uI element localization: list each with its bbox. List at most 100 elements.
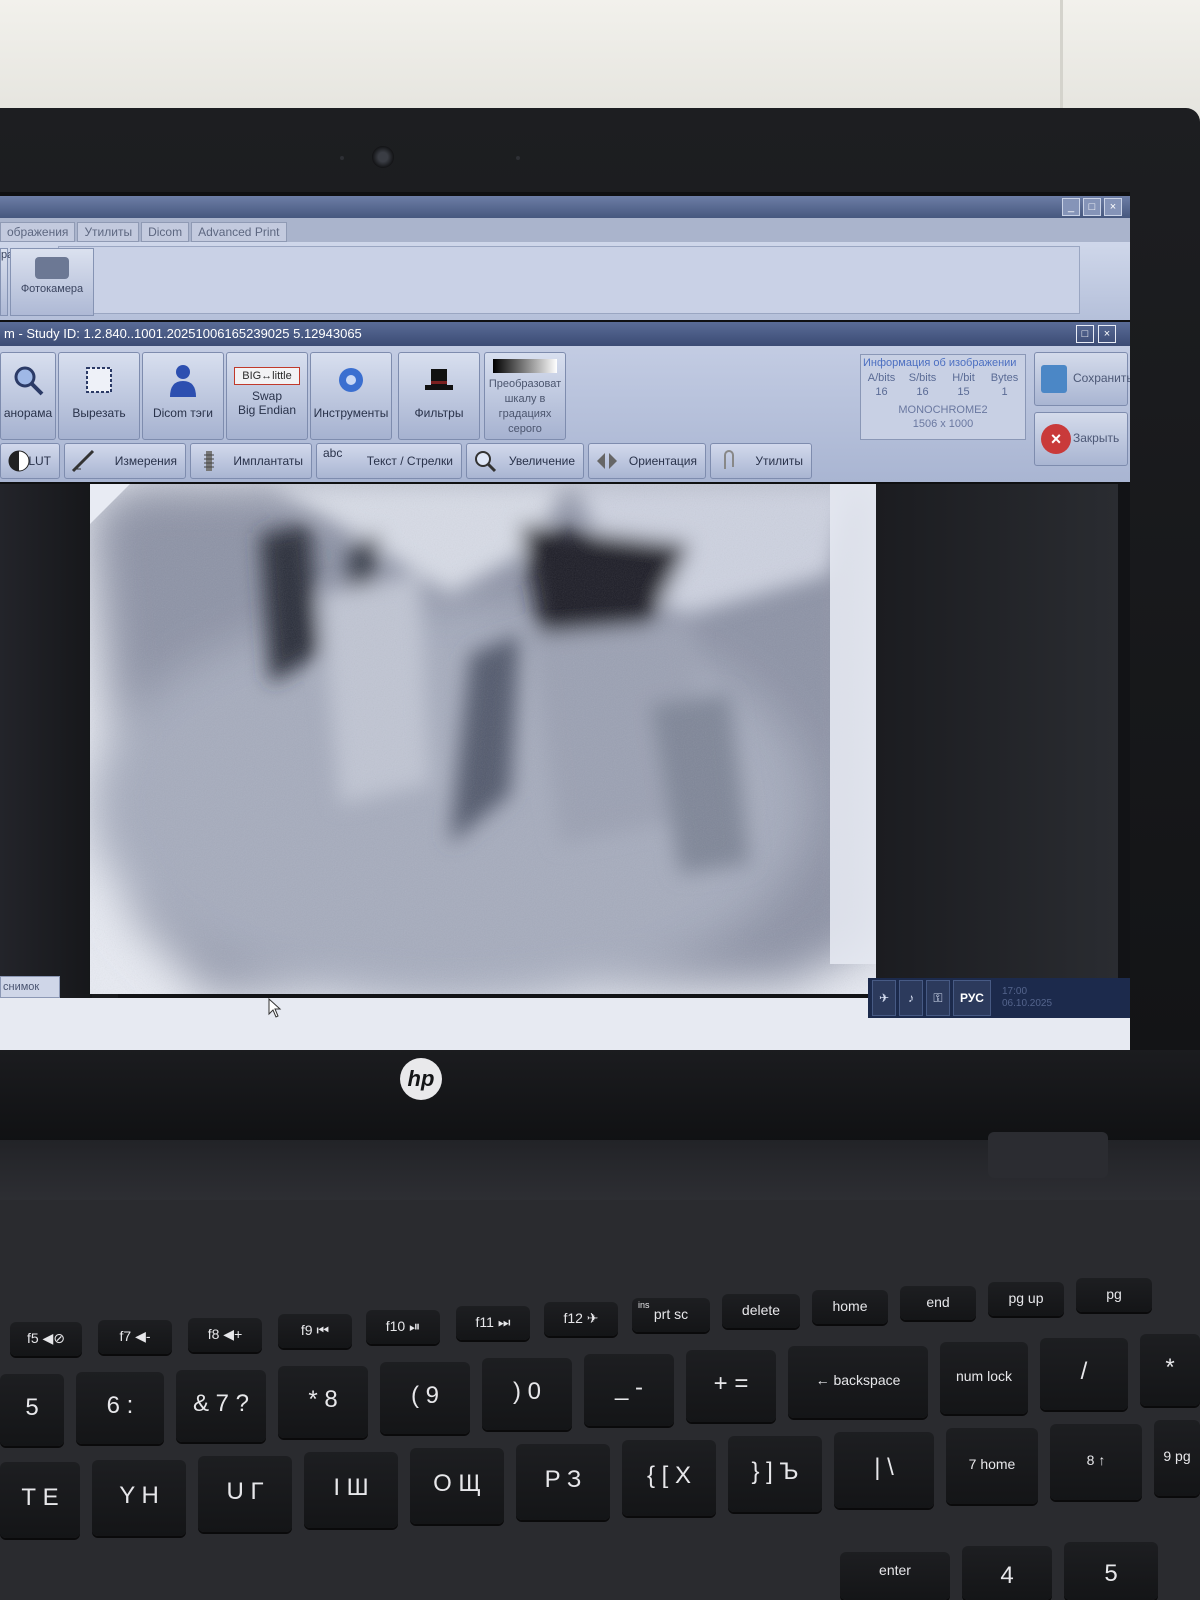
- tab-advanced-print[interactable]: Advanced Print: [191, 222, 287, 242]
- key-9[interactable]: ( 9: [380, 1362, 470, 1434]
- key-num7[interactable]: 7 home: [946, 1428, 1038, 1504]
- instruments-button[interactable]: Инструменты: [310, 352, 392, 440]
- key-pgdn[interactable]: pg: [1076, 1278, 1152, 1312]
- implants-button[interactable]: Имплантаты: [190, 443, 312, 479]
- close-icon[interactable]: ×: [1104, 198, 1122, 216]
- key-prtsc[interactable]: ins prt sc: [632, 1298, 710, 1332]
- key-equals[interactable]: + =: [686, 1350, 776, 1422]
- tab-images[interactable]: ображения: [0, 222, 76, 242]
- minimize-icon[interactable]: _: [1062, 198, 1080, 216]
- snapshot-tab[interactable]: снимок: [0, 976, 60, 998]
- restore-icon[interactable]: □: [1076, 325, 1094, 343]
- dicom-tags-button[interactable]: Dicom тэги: [142, 352, 224, 440]
- key-divide[interactable]: /: [1040, 1338, 1128, 1410]
- key-f11[interactable]: f11 ⏭: [456, 1306, 530, 1340]
- key-backspace[interactable]: ← backspace: [788, 1346, 928, 1418]
- key-7[interactable]: & 7 ?: [176, 1370, 266, 1442]
- key-f9[interactable]: f9 ⏮: [278, 1314, 352, 1348]
- grayscale-convert-button[interactable]: Преобразоват шкалу в градациях серого: [484, 352, 566, 440]
- key-y[interactable]: Y Н: [92, 1460, 186, 1536]
- key-end[interactable]: end: [900, 1286, 976, 1320]
- key-numlock[interactable]: num lock: [940, 1342, 1028, 1414]
- utilities-button[interactable]: Утилиты: [710, 443, 812, 479]
- key-enter[interactable]: enter: [840, 1552, 950, 1600]
- volume-icon[interactable]: ♪: [899, 980, 923, 1016]
- ribbon-left-button[interactable]: ра: [0, 248, 13, 316]
- key-f12[interactable]: f12 ✈: [544, 1302, 618, 1336]
- study-close-icon[interactable]: ×: [1098, 325, 1116, 343]
- crop-button[interactable]: Вырезать: [58, 352, 140, 440]
- key-label: pg: [1106, 1286, 1122, 1302]
- orientation-button[interactable]: Ориентация: [588, 443, 706, 479]
- big-endian-label: Big Endian: [237, 403, 297, 417]
- image-info-panel: Информация об изображении A/bits S/bits …: [860, 354, 1026, 440]
- key-f5[interactable]: f5 ◀⊘: [10, 1322, 82, 1356]
- key-backslash[interactable]: | \: [834, 1432, 934, 1508]
- hinge-cover: [988, 1132, 1108, 1178]
- key-pgup[interactable]: pg up: [988, 1282, 1064, 1316]
- zoom-button[interactable]: Увеличение: [466, 443, 584, 479]
- key-label: & 7 ?: [192, 1390, 250, 1417]
- key-u[interactable]: U Г: [198, 1456, 292, 1532]
- study-window-controls: □ ×: [1076, 325, 1116, 343]
- image-viewer[interactable]: [0, 484, 1130, 998]
- clock[interactable]: 17:00 06.10.2025: [994, 986, 1052, 1010]
- key-f7[interactable]: f7 ◀-: [98, 1320, 172, 1354]
- key-8[interactable]: * 8: [278, 1366, 368, 1438]
- lut-button[interactable]: LUT: [0, 443, 60, 479]
- app-title-bar: _ □ ×: [0, 196, 1130, 218]
- key-6[interactable]: 6 :: [76, 1372, 164, 1444]
- save-button[interactable]: Сохранить: [1034, 352, 1130, 406]
- key-bracket-right[interactable]: } ] Ъ: [728, 1436, 822, 1512]
- study-title-bar: m - Study ID: 1.2.840..1001.202510061652…: [0, 322, 1130, 346]
- key-label: pg up: [1008, 1290, 1044, 1306]
- key-num8[interactable]: 8 ↑: [1050, 1424, 1142, 1500]
- implants-label: Имплантаты: [233, 454, 303, 468]
- key-label: f11 ⏭: [475, 1314, 511, 1330]
- filters-button[interactable]: Фильтры: [398, 352, 480, 440]
- text-arrows-button[interactable]: abc Текст / Стрелки: [316, 443, 462, 479]
- key-num9[interactable]: 9 pg: [1154, 1420, 1200, 1496]
- language-indicator[interactable]: РУС: [953, 980, 991, 1016]
- camera-button[interactable]: Фотокамера: [10, 248, 94, 316]
- key-f8[interactable]: f8 ◀+: [188, 1318, 262, 1352]
- filters-label: Фильтры: [414, 406, 464, 420]
- camera-label: Фотокамера: [20, 283, 84, 295]
- measurements-button[interactable]: Измерения: [64, 443, 186, 479]
- key-i[interactable]: I Ш: [304, 1452, 398, 1528]
- implant-icon: [204, 451, 214, 471]
- key-home[interactable]: home: [812, 1290, 888, 1324]
- key-t[interactable]: Т Е: [0, 1462, 80, 1538]
- maximize-icon[interactable]: □: [1083, 198, 1101, 216]
- info-value: 16: [875, 386, 888, 398]
- network-icon[interactable]: ⚿: [926, 980, 950, 1016]
- key-f10[interactable]: f10 ⏯: [366, 1310, 440, 1344]
- key-multiply[interactable]: *: [1140, 1334, 1200, 1406]
- info-value: 1: [1001, 386, 1008, 398]
- system-tray: ✈ ♪ ⚿ РУС 17:00 06.10.2025: [868, 978, 1130, 1018]
- key-minus[interactable]: _ -: [584, 1354, 674, 1426]
- key-label: ) 0: [512, 1378, 541, 1405]
- window-controls: _ □ ×: [1062, 198, 1122, 216]
- key-p[interactable]: P З: [516, 1444, 610, 1520]
- airplane-icon[interactable]: ✈: [872, 980, 896, 1016]
- key-delete[interactable]: delete: [722, 1294, 800, 1328]
- close-button[interactable]: × Закрыть: [1034, 412, 1128, 466]
- key-num5[interactable]: 5: [1064, 1542, 1158, 1600]
- key-label: ( 9: [410, 1382, 439, 1409]
- tab-utilities[interactable]: Утилиты: [77, 222, 140, 242]
- key-0[interactable]: ) 0: [482, 1358, 572, 1430]
- key-label: f7 ◀-: [119, 1328, 151, 1344]
- dental-xray-image[interactable]: [90, 484, 876, 994]
- key-num4[interactable]: 4: [962, 1546, 1052, 1600]
- webcam-icon: [372, 146, 394, 168]
- key-5[interactable]: 5: [0, 1374, 64, 1446]
- key-o[interactable]: O Щ: [410, 1448, 504, 1524]
- key-bracket-left[interactable]: { [ Х: [622, 1440, 716, 1516]
- swap-endian-button[interactable]: BIG↔little Swap Big Endian: [226, 352, 308, 440]
- key-label: | \: [874, 1454, 894, 1481]
- photometric-label: MONOCHROME2: [898, 404, 988, 416]
- panorama-button[interactable]: анорама: [0, 352, 56, 440]
- tab-dicom[interactable]: Dicom: [141, 222, 190, 242]
- magnifier-icon: [14, 366, 44, 396]
